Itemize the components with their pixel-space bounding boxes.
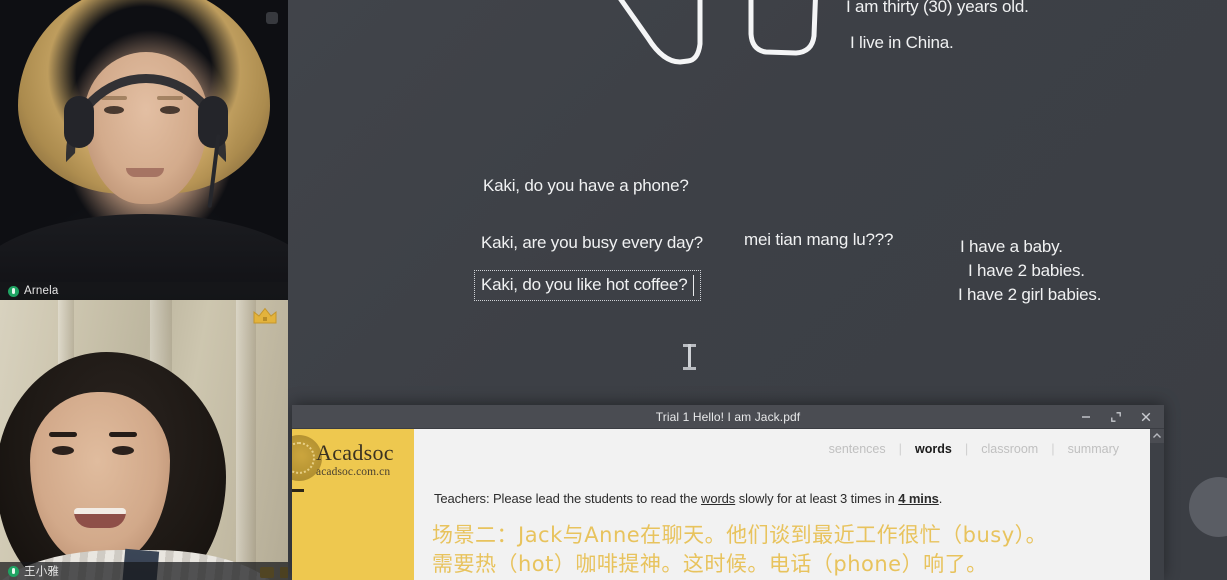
seal-tick-icon [292,489,304,492]
annotation-baby-3[interactable]: I have 2 girl babies. [958,284,1101,306]
close-button[interactable] [1132,405,1160,429]
tab-words[interactable]: words [902,442,965,456]
pdf-scrollbar[interactable] [1150,429,1164,580]
microphone-icon [8,565,19,577]
teacher-status-icon[interactable] [266,12,278,24]
minimize-icon [1082,416,1090,418]
maximize-button[interactable] [1102,405,1130,429]
chevron-up-icon [1153,433,1161,438]
instruction-prefix: Teachers: Please lead the students to re… [434,491,702,506]
instruction-underline-mins: 4 mins [898,491,939,506]
scenario-line-2: 需要热（hot）咖啡提神。这时候。电话（phone）响了。 [432,552,988,576]
online-classroom-app: I am thirty (30) years old. I live in Ch… [0,0,1227,580]
student-video-feed [0,300,288,580]
text-caret [692,274,694,296]
video-tile-teacher[interactable]: Arnela [0,0,288,300]
annotation-baby-1[interactable]: I have a baby. [960,236,1063,258]
tab-classroom[interactable]: classroom [968,442,1051,456]
video-tile-student[interactable]: 王小雅 [0,300,288,580]
crown-icon [253,307,277,324]
pdf-scroll-up-button[interactable] [1150,429,1164,443]
window-controls [1072,405,1160,429]
brand-block: Acadsoc acadsoc.com.cn [316,440,394,479]
instruction-underline-words: words [701,491,736,506]
pdf-page-content: Acadsoc acadsoc.com.cn sentences | words… [292,429,1150,580]
microphone-icon [8,285,19,297]
tab-summary[interactable]: summary [1055,442,1132,456]
student-name: 王小雅 [24,566,60,578]
pdf-main-area: sentences | words | classroom | summary … [414,429,1150,580]
pdf-tab-bar: sentences | words | classroom | summary [816,441,1132,456]
annotation-question-busy[interactable]: Kaki, are you busy every day? [481,232,703,254]
text-ibeam-cursor-icon [683,344,696,370]
maximize-icon [1111,412,1121,422]
video-panel-column: Arnela 王小雅 [0,0,288,580]
teacher-name-badge: Arnela [0,282,288,300]
annotation-question-coffee: Kaki, do you like hot coffee? [481,275,688,294]
instruction-middle: slowly for at least 3 times in [735,491,899,506]
pdf-viewer-window[interactable]: Trial 1 Hello! I am Jack.pdf Acadsoc aca… [292,405,1164,580]
pdf-brand-sidebar: Acadsoc acadsoc.com.cn [292,429,414,580]
u-stroke-icon [748,0,818,56]
annotation-question-phone[interactable]: Kaki, do you have a phone? [483,175,689,197]
annotation-baby-2[interactable]: I have 2 babies. [968,260,1085,282]
annotation-age[interactable]: I am thirty (30) years old. [846,0,1029,18]
tab-sentences[interactable]: sentences [816,442,899,456]
teacher-instruction: Teachers: Please lead the students to re… [434,491,942,506]
teacher-name: Arnela [24,285,59,297]
student-name-badge: 王小雅 [0,562,288,580]
pdf-title-bar[interactable]: Trial 1 Hello! I am Jack.pdf [292,405,1164,429]
brand-url: acadsoc.com.cn [316,466,391,478]
v-stroke-icon [618,0,703,65]
selected-text-box[interactable]: Kaki, do you like hot coffee? [474,270,701,302]
brand-name: Acadsoc [316,440,394,465]
scenario-line-1: 场景二：Jack与Anne在聊天。他们谈到最近工作很忙（busy）。 [432,523,1048,547]
minimize-button[interactable] [1072,405,1100,429]
annotation-live[interactable]: I live in China. [850,32,954,54]
close-icon [1141,412,1151,422]
instruction-suffix: . [938,491,943,506]
annotation-pinyin[interactable]: mei tian mang lu??? [744,229,893,251]
teacher-video-feed [0,0,288,300]
pdf-window-title: Trial 1 Hello! I am Jack.pdf [655,409,801,424]
